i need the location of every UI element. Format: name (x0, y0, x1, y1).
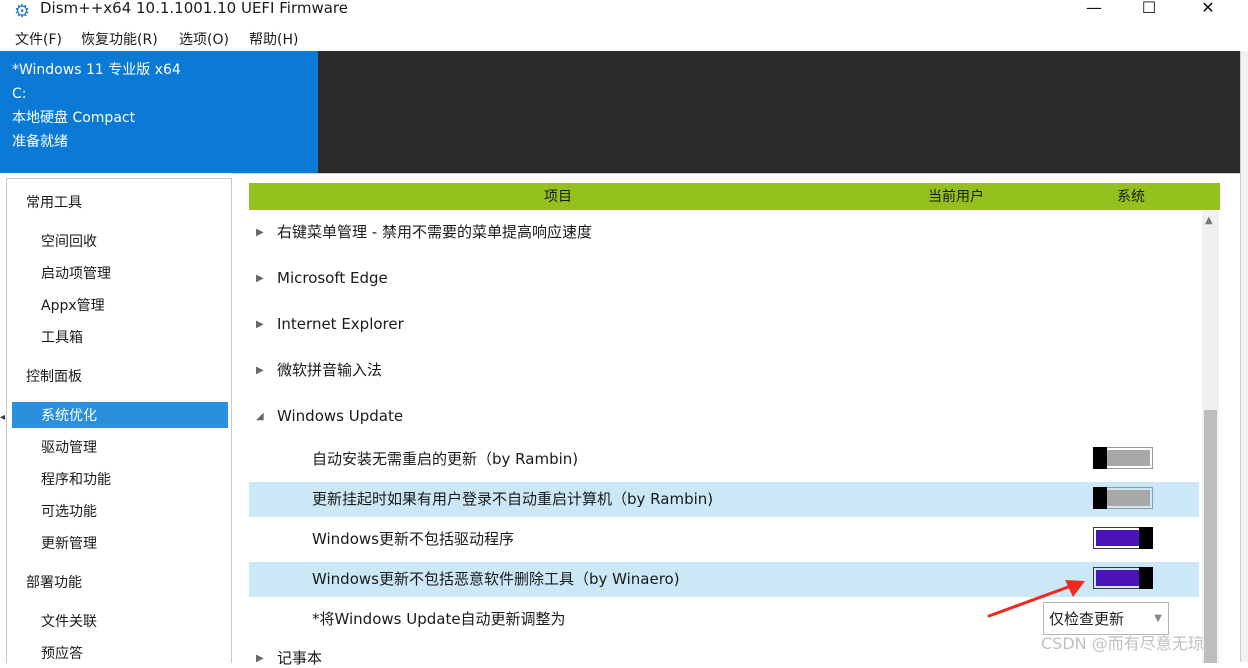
toggle-switch[interactable] (1093, 567, 1153, 589)
title-bar: ⚙ Dism++x64 10.1.1001.10 UEFI Firmware —… (0, 0, 1248, 28)
expand-arrow-icon[interactable]: ▶ (256, 653, 264, 664)
sidebar-item-space-cleanup[interactable]: 空间回收 (41, 233, 97, 251)
column-header-current-user: 当前用户 (928, 189, 984, 205)
table-header: 项目 当前用户 系统 (249, 183, 1220, 210)
expand-arrow-icon[interactable]: ▶ (256, 273, 264, 284)
sidebar-item-programs[interactable]: 程序和功能 (41, 471, 111, 489)
option-exclude-mrt: Windows更新不包括恶意软件删除工具（by Winaero) (312, 570, 680, 588)
edge-arrow-icon: ◂ (0, 412, 6, 423)
category-edge[interactable]: Microsoft Edge (277, 268, 388, 288)
sidebar-item-file-assoc[interactable]: 文件关联 (41, 613, 97, 631)
expand-arrow-icon[interactable]: ▶ (256, 365, 264, 376)
chevron-down-icon: ▼ (1154, 613, 1162, 624)
expand-arrow-icon[interactable]: ▶ (256, 319, 264, 330)
sidebar-item-updates[interactable]: 更新管理 (41, 535, 97, 553)
maximize-button[interactable]: ☐ (1126, 0, 1172, 20)
option-exclude-drivers: Windows更新不包括驱动程序 (312, 530, 514, 548)
menu-bar: 文件(F) 恢复功能(R) 选项(O) 帮助(H) (0, 28, 1248, 51)
sidebar-group-common-tools: 常用工具 (26, 195, 82, 211)
sidebar-group-deploy: 部署功能 (26, 575, 82, 591)
category-ie[interactable]: Internet Explorer (277, 314, 404, 334)
session-area (318, 51, 1240, 173)
option-auto-install: 自动安装无需重启的更新（by Rambin) (312, 450, 579, 468)
close-button[interactable]: ✕ (1185, 0, 1231, 20)
sidebar-group-control-panel: 控制面板 (26, 369, 82, 385)
drive-letter: C: (12, 86, 27, 102)
disk-type: 本地硬盘 Compact (12, 110, 136, 126)
category-notepad[interactable]: 记事本 (277, 648, 322, 668)
toggle-switch[interactable] (1093, 447, 1153, 469)
scroll-up-icon[interactable]: ▲ (1205, 215, 1213, 226)
sidebar-item-toolbox[interactable]: 工具箱 (41, 329, 83, 347)
category-pinyin[interactable]: 微软拼音输入法 (277, 360, 382, 380)
sidebar-item-startup[interactable]: 启动项管理 (41, 265, 111, 283)
sidebar-item-drivers[interactable]: 驱动管理 (41, 439, 97, 457)
expand-arrow-icon[interactable]: ▶ (256, 227, 264, 238)
sidebar-item-system-optimize[interactable]: 系统优化 (41, 407, 97, 425)
menu-options[interactable]: 选项(O) (179, 31, 229, 49)
sidebar: 常用工具 空间回收 启动项管理 Appx管理 工具箱 控制面板 系统优化 驱动管… (6, 178, 232, 663)
sidebar-item-optional-features[interactable]: 可选功能 (41, 503, 97, 521)
column-header-system: 系统 (1117, 189, 1145, 205)
status-text: 准备就绪 (12, 134, 68, 150)
os-edition: *Windows 11 专业版 x64 (12, 62, 181, 78)
option-no-auto-restart: 更新挂起时如果有用户登录不自动重启计算机（by Rambin) (312, 490, 714, 508)
toggle-switch[interactable] (1093, 487, 1153, 509)
category-context-menu[interactable]: 右键菜单管理 - 禁用不需要的菜单提高响应速度 (277, 222, 592, 242)
image-info-panel[interactable]: *Windows 11 专业版 x64 C: 本地硬盘 Compact 准备就绪 (0, 51, 318, 173)
column-header-item: 项目 (544, 189, 572, 205)
menu-help[interactable]: 帮助(H) (249, 31, 298, 49)
window-right-edge (1240, 51, 1248, 662)
annotation-arrow-icon (987, 580, 1085, 618)
collapse-arrow-icon[interactable]: ◢ (256, 411, 264, 422)
watermark: CSDN @而有尽意无琼 (1041, 634, 1204, 653)
sidebar-item-answer-file[interactable]: 预应答 (41, 645, 83, 663)
option-auto-update-mode: *将Windows Update自动更新调整为 (312, 610, 566, 628)
sidebar-item-appx[interactable]: Appx管理 (41, 297, 105, 315)
toggle-switch[interactable] (1093, 527, 1153, 549)
category-windows-update[interactable]: Windows Update (277, 406, 403, 426)
window-title: Dism++x64 10.1.1001.10 UEFI Firmware (40, 0, 348, 17)
scrollbar-thumb[interactable] (1204, 410, 1217, 663)
menu-file[interactable]: 文件(F) (15, 31, 62, 49)
minimize-button[interactable]: — (1071, 0, 1117, 20)
gear-icon: ⚙ (14, 1, 31, 22)
menu-restore[interactable]: 恢复功能(R) (81, 31, 158, 49)
